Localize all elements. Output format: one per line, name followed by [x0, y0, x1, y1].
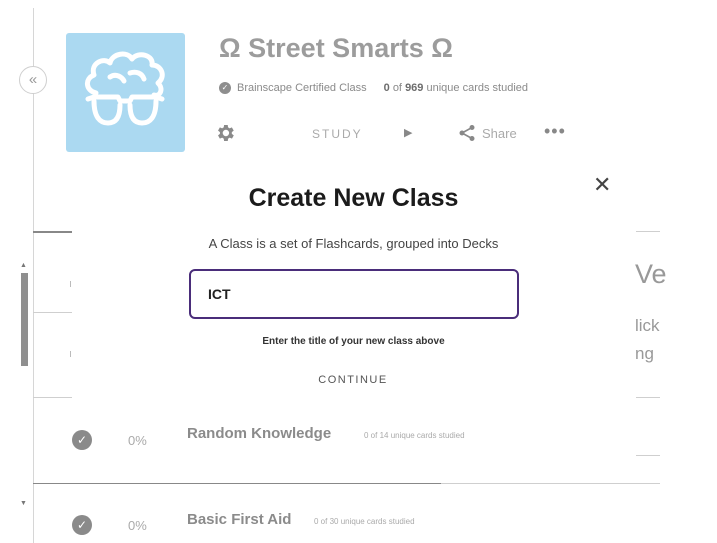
study-button[interactable]: STUDY: [312, 127, 363, 141]
collapse-sidebar-button[interactable]: «: [19, 66, 47, 94]
share-button[interactable]: Share: [458, 124, 517, 142]
list-divider: [33, 397, 73, 398]
gear-icon: [218, 125, 234, 141]
list-divider: [636, 397, 660, 398]
side-panel-text: lick: [635, 316, 660, 335]
studied-of: of: [392, 82, 402, 94]
list-divider: [636, 455, 660, 456]
class-toolbar: STUDY ▶ Share •••: [214, 121, 574, 149]
deck-sub: 0 of 14 unique cards studied: [364, 431, 465, 440]
scroll-down-arrow[interactable]: ▼: [20, 500, 27, 507]
modal-description: A Class is a set of Flashcards, grouped …: [208, 236, 499, 251]
check-badge-icon: ✓: [219, 82, 231, 94]
list-divider: [33, 312, 73, 313]
share-label: Share: [482, 125, 517, 141]
deck-sub: 0 of 30 unique cards studied: [314, 517, 415, 526]
list-divider: [441, 483, 660, 484]
list-divider: [636, 231, 660, 232]
continue-button[interactable]: CONTINUE: [303, 374, 403, 386]
list-edge-mark: [70, 281, 71, 287]
total-cards: 969: [405, 82, 424, 94]
share-icon: [459, 125, 475, 141]
scrollbar-thumb[interactable]: [21, 273, 28, 366]
scroll-up-arrow[interactable]: ▲: [20, 262, 27, 269]
brain-glasses-icon: [85, 51, 165, 126]
studied-summary: 0 of 969 unique cards studied: [384, 82, 528, 94]
side-panel-text: ng: [635, 344, 654, 363]
class-thumbnail: [66, 33, 185, 152]
studied-count: 0: [383, 82, 390, 94]
play-icon[interactable]: ▶: [404, 126, 412, 139]
deck-name: Random Knowledge: [187, 425, 332, 442]
deck-percent: 0%: [128, 433, 147, 448]
check-badge-icon: ✓: [72, 430, 92, 450]
check-badge-icon: ✓: [72, 515, 92, 535]
list-edge-mark: [70, 351, 71, 357]
more-icon[interactable]: •••: [544, 121, 566, 142]
list-divider: [33, 483, 441, 484]
deck-name: Basic First Aid: [187, 511, 292, 528]
certified-label: Brainscape Certified Class: [237, 82, 367, 94]
side-panel-heading: Ve: [635, 259, 667, 289]
deck-percent: 0%: [128, 518, 147, 533]
create-class-modal: ✕ Create New Class A Class is a set of F…: [72, 170, 632, 410]
modal-title: Create New Class: [248, 184, 459, 212]
modal-hint: Enter the title of your new class above: [262, 336, 445, 347]
studied-suffix: unique cards studied: [426, 82, 528, 94]
list-divider: [33, 231, 73, 233]
class-title: Ω Street Smarts Ω: [219, 33, 453, 63]
certified-row: ✓ Brainscape Certified Class 0 of 969 un…: [219, 82, 528, 94]
class-title-input[interactable]: [189, 269, 519, 319]
collapse-icon: «: [28, 71, 38, 88]
settings-button[interactable]: [214, 122, 236, 149]
